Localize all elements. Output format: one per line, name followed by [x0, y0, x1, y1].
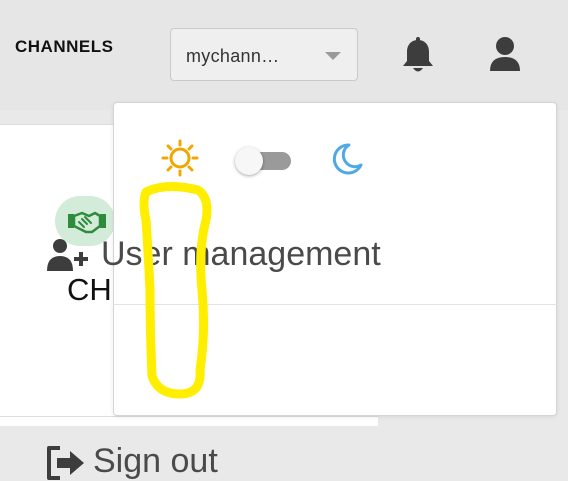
channel-select[interactable]: mychann…: [170, 28, 358, 81]
top-bar: CHANNELS mychann…: [0, 0, 568, 110]
channel-select-value: mychann…: [186, 46, 280, 66]
notifications-button[interactable]: [398, 36, 438, 76]
menu-item-user-management[interactable]: User management: [0, 110, 444, 273]
menu-item-label: Sign out: [93, 442, 218, 480]
user-icon: [490, 37, 520, 71]
bell-icon: [403, 37, 433, 72]
menu-item-sign-out[interactable]: Sign out: [0, 203, 444, 480]
sign-out-icon: [47, 446, 84, 480]
app-title: CHANNELS: [15, 37, 114, 56]
caret-down-icon: [325, 52, 341, 60]
account-button[interactable]: [486, 35, 524, 73]
content-card-bottom: [0, 416, 378, 426]
